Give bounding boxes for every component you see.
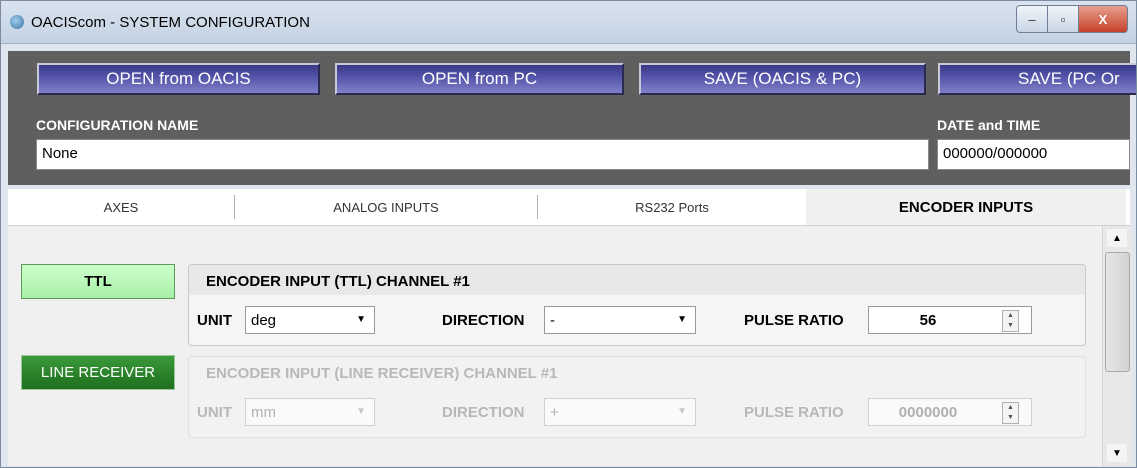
- direction-label: DIRECTION: [442, 404, 525, 421]
- pulse-ratio-spinner[interactable]: 56 ▲ ▼: [868, 306, 1032, 334]
- tab-analog-inputs[interactable]: ANALOG INPUTS: [235, 189, 537, 225]
- window-controls: – ▫ X: [1016, 5, 1128, 35]
- dropdown-icon: ▼: [356, 406, 366, 417]
- unit-label: UNIT: [197, 404, 232, 421]
- tab-bar: AXES ANALOG INPUTS RS232 Ports ENCODER I…: [8, 189, 1130, 226]
- unit-value: mm: [251, 404, 276, 421]
- minimize-button[interactable]: –: [1016, 5, 1048, 33]
- direction-label: DIRECTION: [442, 312, 525, 329]
- open-from-oacis-button[interactable]: OPEN from OACIS: [37, 63, 320, 95]
- app-icon: [10, 15, 24, 29]
- scroll-down-icon[interactable]: ▼: [1107, 444, 1127, 462]
- spin-up-icon[interactable]: ▲: [1003, 311, 1018, 321]
- unit-select: mm ▼: [245, 398, 375, 426]
- tab-encoder-inputs[interactable]: ENCODER INPUTS: [806, 189, 1126, 225]
- spin-down-icon[interactable]: ▼: [1003, 321, 1018, 331]
- dropdown-icon: ▼: [677, 314, 687, 325]
- ttl-channel-title: ENCODER INPUT (TTL) CHANNEL #1: [189, 265, 1085, 295]
- config-header-panel: OPEN from OACIS OPEN from PC SAVE (OACIS…: [8, 51, 1136, 185]
- dropdown-icon: ▼: [677, 406, 687, 417]
- tab-axes[interactable]: AXES: [8, 189, 234, 225]
- unit-select[interactable]: deg ▼: [245, 306, 375, 334]
- tab-rs232-ports[interactable]: RS232 Ports: [538, 189, 806, 225]
- spin-up-icon: ▲: [1007, 404, 1014, 411]
- scroll-thumb[interactable]: [1105, 252, 1130, 372]
- ttl-button[interactable]: TTL: [21, 264, 175, 299]
- spinner-buttons[interactable]: ▲ ▼: [1002, 310, 1019, 332]
- ttl-channel-group: ENCODER INPUT (TTL) CHANNEL #1 UNIT deg …: [188, 264, 1086, 346]
- close-button[interactable]: X: [1079, 5, 1128, 33]
- maximize-button[interactable]: ▫: [1048, 5, 1079, 33]
- scroll-up-icon[interactable]: ▲: [1107, 229, 1127, 247]
- date-time-field[interactable]: 000000/000000: [937, 139, 1130, 170]
- window-title: OACIScom - SYSTEM CONFIGURATION: [31, 14, 310, 31]
- dropdown-icon: ▼: [356, 314, 366, 325]
- pulse-ratio-value: 56: [919, 312, 937, 329]
- direction-select: + ▼: [544, 398, 696, 426]
- pulse-ratio-label: PULSE RATIO: [744, 404, 844, 421]
- pulse-ratio-spinner: 0000000 ▲ ▼: [868, 398, 1032, 426]
- app-window: OACIScom - SYSTEM CONFIGURATION – ▫ X OP…: [0, 0, 1137, 468]
- line-receiver-channel-group: ENCODER INPUT (LINE RECEIVER) CHANNEL #1…: [188, 356, 1086, 438]
- configuration-name-label: CONFIGURATION NAME: [36, 117, 199, 133]
- vertical-scrollbar[interactable]: ▲ ▼: [1102, 226, 1131, 466]
- open-from-pc-button[interactable]: OPEN from PC: [335, 63, 624, 95]
- configuration-name-field[interactable]: None: [36, 139, 929, 170]
- line-receiver-button[interactable]: LINE RECEIVER: [21, 355, 175, 390]
- unit-value: deg: [251, 312, 277, 329]
- direction-value: +: [550, 404, 559, 421]
- save-pc-only-button[interactable]: SAVE (PC Or: [938, 63, 1136, 95]
- pulse-ratio-value: 0000000: [898, 404, 958, 421]
- direction-value: -: [550, 312, 555, 329]
- save-oacis-pc-button[interactable]: SAVE (OACIS & PC): [639, 63, 926, 95]
- spinner-buttons: ▲ ▼: [1002, 402, 1019, 424]
- line-receiver-channel-title: ENCODER INPUT (LINE RECEIVER) CHANNEL #1: [206, 365, 558, 382]
- title-bar: OACIScom - SYSTEM CONFIGURATION – ▫ X: [1, 1, 1136, 44]
- pulse-ratio-label: PULSE RATIO: [744, 312, 844, 329]
- date-time-label: DATE and TIME: [937, 117, 1041, 133]
- unit-label: UNIT: [197, 312, 232, 329]
- direction-select[interactable]: - ▼: [544, 306, 696, 334]
- spin-down-icon: ▼: [1007, 414, 1014, 421]
